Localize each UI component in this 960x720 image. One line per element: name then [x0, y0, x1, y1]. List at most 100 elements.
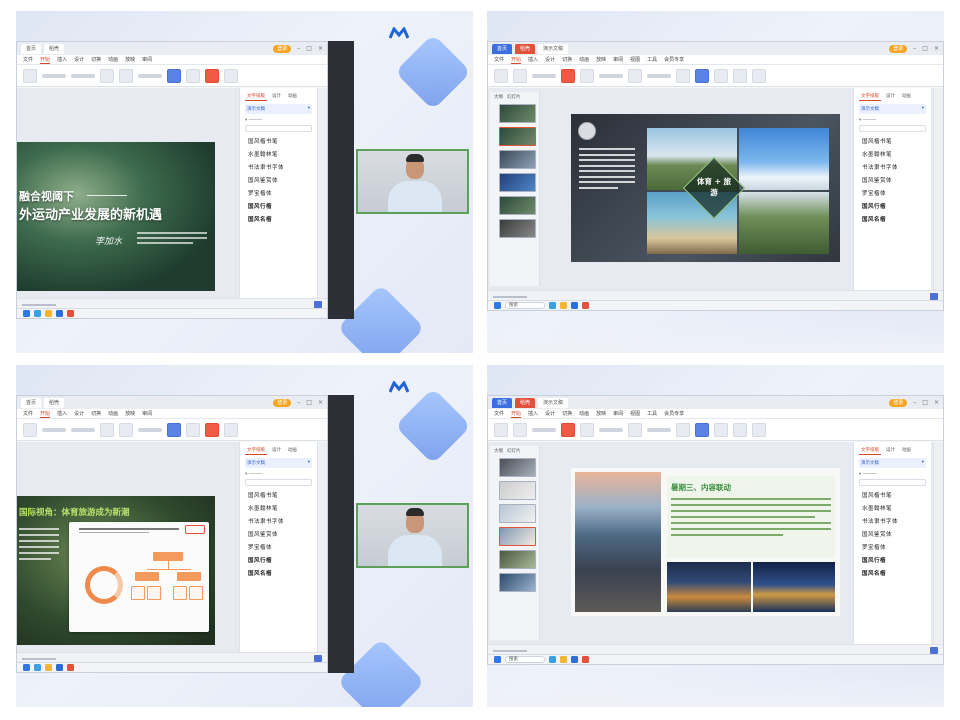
slide-thumbnail-selected[interactable] — [499, 127, 536, 146]
pane-tab-animation[interactable]: 动画 — [286, 92, 299, 101]
shape-icon[interactable] — [676, 422, 690, 437]
login-button[interactable]: 登录 — [273, 398, 292, 407]
paste-icon[interactable] — [494, 422, 508, 437]
format-painter-icon[interactable] — [513, 68, 527, 83]
new-slide-icon[interactable] — [561, 68, 575, 83]
font-item[interactable]: 国风名楷 — [862, 569, 926, 577]
new-slide-icon[interactable] — [167, 422, 181, 437]
font-item[interactable]: 国风名楷 — [248, 569, 312, 577]
pane-tab-design[interactable]: 设计 — [884, 92, 897, 101]
taskbar-search[interactable]: 搜索 — [505, 656, 545, 663]
menu-transition[interactable]: 切换 — [562, 56, 572, 63]
picture-icon[interactable] — [695, 68, 709, 83]
menu-file[interactable]: 文件 — [494, 56, 504, 63]
taskbar-search[interactable]: 搜索 — [505, 302, 545, 309]
menu-design[interactable]: 设计 — [74, 56, 84, 63]
arrange-icon[interactable] — [733, 422, 747, 437]
paste-icon[interactable] — [23, 68, 37, 83]
font-item[interactable]: 国风鉴赏体 — [248, 176, 312, 184]
paste-icon[interactable] — [494, 68, 508, 83]
minimize-icon[interactable]: – — [913, 45, 916, 52]
app-icon[interactable] — [571, 302, 578, 309]
menu-slideshow[interactable]: 放映 — [596, 410, 606, 417]
folder-icon[interactable] — [45, 664, 52, 671]
font-item[interactable]: 国风楷书笔 — [862, 137, 926, 145]
windows-start-icon[interactable] — [494, 302, 501, 309]
menu-insert[interactable]: 插入 — [528, 56, 538, 63]
tab-outline[interactable]: 大纲 — [494, 448, 503, 454]
font-item[interactable]: 国风行楷 — [248, 556, 312, 564]
windows-start-icon[interactable] — [23, 310, 30, 317]
current-slide[interactable]: 暑期三、内容联动 — [571, 468, 840, 616]
font-item[interactable]: 国风名楷 — [248, 215, 312, 223]
menu-view[interactable]: 视图 — [630, 410, 640, 417]
menu-review[interactable]: 审阅 — [142, 410, 152, 417]
right-tool-strip[interactable] — [317, 442, 327, 652]
edge-icon[interactable] — [34, 664, 41, 671]
tab-slides[interactable]: 幻灯片 — [507, 94, 521, 100]
folder-icon[interactable] — [560, 302, 567, 309]
pane-active-item[interactable]: 演示文稿 ▾ — [859, 458, 926, 468]
play-slideshow-icon[interactable] — [314, 301, 322, 308]
menu-slideshow[interactable]: 放映 — [125, 410, 135, 417]
menu-animation[interactable]: 动画 — [579, 410, 589, 417]
menu-file[interactable]: 文件 — [23, 56, 33, 63]
tab-docer[interactable]: 稻壳 — [44, 397, 65, 408]
font-selector[interactable] — [532, 427, 556, 432]
wps-icon[interactable] — [67, 310, 74, 317]
paste-icon[interactable] — [23, 422, 37, 437]
menu-tools[interactable]: 工具 — [647, 56, 657, 63]
windows-start-icon[interactable] — [23, 664, 30, 671]
right-tool-strip[interactable] — [933, 442, 943, 644]
menu-member[interactable]: 会员专享 — [664, 410, 684, 417]
slide-thumbnail-selected[interactable] — [499, 527, 536, 546]
wps-icon[interactable] — [67, 664, 74, 671]
find-icon[interactable] — [752, 68, 766, 83]
close-icon[interactable]: × — [934, 399, 939, 406]
play-slideshow-icon[interactable] — [930, 293, 938, 300]
menu-view[interactable]: 视图 — [630, 56, 640, 63]
slide-thumbnail[interactable] — [499, 481, 536, 500]
zoom-slider[interactable] — [22, 303, 56, 306]
textbox-icon[interactable] — [714, 68, 728, 83]
menu-home[interactable]: 开始 — [40, 56, 51, 64]
font-item[interactable]: 罗宝楷体 — [248, 189, 312, 197]
bold-icon[interactable] — [628, 68, 642, 83]
slide-thumbnail[interactable] — [499, 504, 536, 523]
arrange-icon[interactable] — [224, 422, 238, 437]
font-item[interactable]: 国风鉴赏体 — [862, 176, 926, 184]
app-icon[interactable] — [571, 656, 578, 663]
menu-design[interactable]: 设计 — [74, 410, 84, 417]
font-item[interactable]: 国风楷书笔 — [248, 491, 312, 499]
tab-presentation[interactable]: 演示文稿 — [538, 43, 569, 54]
font-item[interactable]: 国风楷书笔 — [248, 137, 312, 145]
login-button[interactable]: 登录 — [273, 44, 292, 53]
wps-icon[interactable] — [582, 302, 589, 309]
font-item[interactable]: 国风行楷 — [862, 202, 926, 210]
font-item[interactable]: 水墨翰林笔 — [248, 504, 312, 512]
edge-icon[interactable] — [34, 310, 41, 317]
textbox-icon[interactable] — [714, 422, 728, 437]
font-selector[interactable] — [532, 73, 556, 78]
login-button[interactable]: 登录 — [889, 44, 908, 53]
right-tool-strip[interactable] — [317, 88, 327, 298]
pane-search-input[interactable] — [245, 479, 312, 486]
italic-icon[interactable] — [119, 422, 133, 437]
menu-home[interactable]: 开始 — [511, 410, 522, 418]
tab-home[interactable]: 首页 — [492, 397, 513, 408]
font-item[interactable]: 国风鉴赏体 — [248, 530, 312, 538]
layout-icon[interactable] — [580, 68, 594, 83]
font-selector[interactable] — [42, 73, 66, 78]
shape-icon[interactable] — [205, 68, 219, 83]
picture-icon[interactable] — [695, 422, 709, 437]
menu-transition[interactable]: 切换 — [91, 56, 101, 63]
font-size-selector[interactable] — [599, 427, 623, 432]
zoom-slider[interactable] — [493, 295, 527, 298]
menu-slideshow[interactable]: 放映 — [125, 56, 135, 63]
menu-slideshow[interactable]: 放映 — [596, 56, 606, 63]
menu-member[interactable]: 会员专享 — [664, 56, 684, 63]
pane-search-input[interactable] — [859, 125, 926, 132]
right-tool-strip[interactable] — [933, 88, 943, 290]
layout-icon[interactable] — [186, 422, 200, 437]
bold-icon[interactable] — [100, 422, 114, 437]
